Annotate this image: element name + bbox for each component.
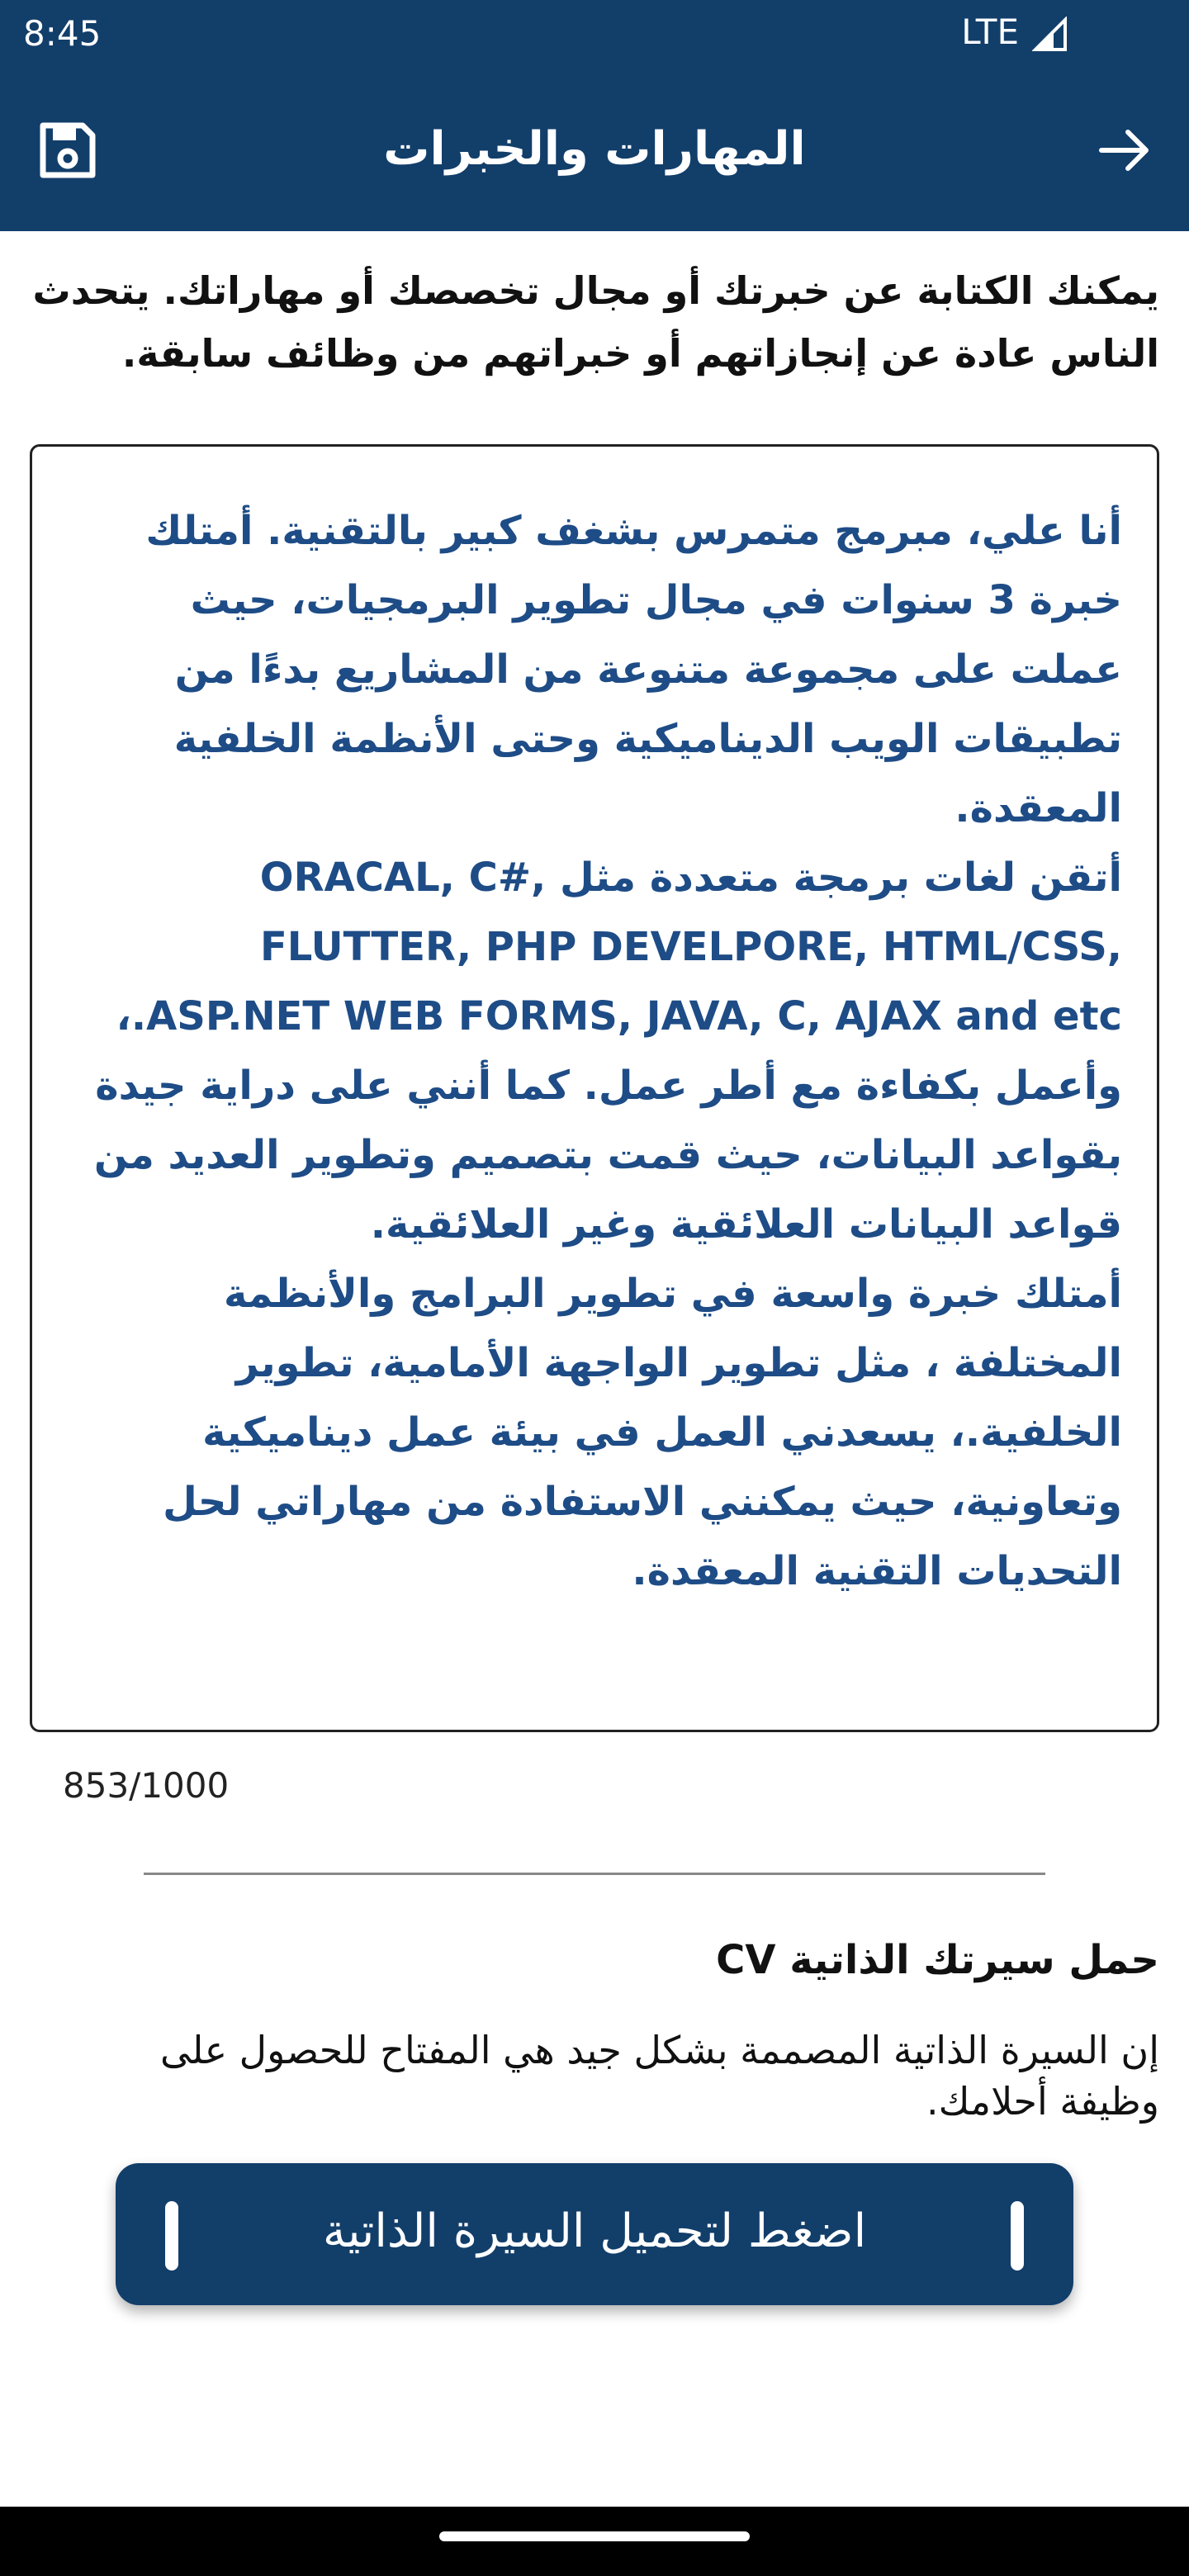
divider [144,1873,1045,1875]
upload-cv-button[interactable]: اضغط لتحميل السيرة الذاتية [116,2163,1073,2305]
home-gesture-handle[interactable] [439,2531,750,2541]
network-type: LTE [961,12,1019,52]
cv-section-description: إن السيرة الذاتية المصممة بشكل جيد هي ال… [160,2028,1159,2124]
button-bar-right [1011,2201,1024,2271]
character-counter: 853/1000 [63,1765,230,1806]
system-nav-bar [0,2507,1189,2576]
status-time: 8:45 [23,13,102,54]
page-title: المهارات والخبرات [383,122,806,176]
app-bar: المهارات والخبرات [0,69,1189,231]
cv-section-title: حمل سيرتك الذاتية CV [716,1937,1159,1983]
status-bar: 8:45 LTE [0,0,1189,69]
signal-icon [1032,17,1067,51]
back-button[interactable] [1095,121,1154,180]
experience-textarea[interactable]: أنا علي، مبرمج متمرس بشغف كبير بالتقنية.… [65,496,1122,1702]
upload-cv-label: اضغط لتحميل السيرة الذاتية [322,2204,867,2258]
arrow-right-icon [1099,130,1149,171]
experience-field[interactable]: أنا علي، مبرمج متمرس بشغف كبير بالتقنية.… [30,444,1159,1732]
intro-text: يمكنك الكتابة عن خبرتك أو مجال تخصصك أو … [32,268,1159,376]
